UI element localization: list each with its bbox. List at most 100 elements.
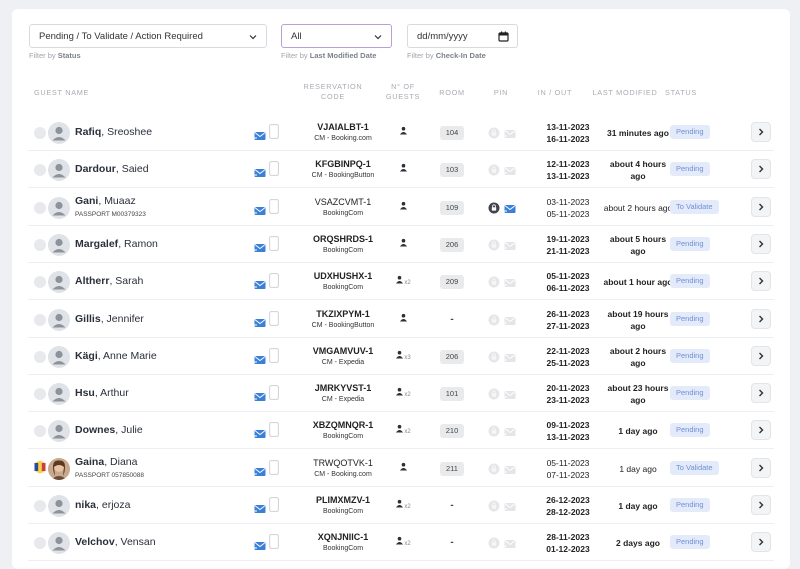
open-reservation-button[interactable] — [751, 233, 771, 254]
email-icon[interactable] — [254, 165, 266, 183]
modified-filter-select[interactable]: All — [281, 24, 392, 48]
email-icon[interactable] — [254, 426, 266, 444]
email-icon[interactable] — [254, 389, 266, 407]
phone-icon[interactable] — [269, 422, 279, 442]
open-reservation-button[interactable] — [751, 420, 771, 441]
table-row[interactable]: Dardour, Saied KFGBINPQ-1 CM - BookingBu… — [28, 151, 774, 189]
column-header-room[interactable]: Room — [432, 88, 472, 98]
select-row-toggle[interactable] — [34, 127, 46, 139]
reservations-card: Pending / To Validate / Action Required … — [12, 9, 790, 569]
open-reservation-button[interactable] — [751, 457, 771, 478]
select-row-toggle[interactable] — [34, 537, 46, 550]
select-row-toggle[interactable] — [34, 313, 46, 326]
guest-name[interactable]: Gaina, Diana — [75, 456, 137, 468]
column-header-pin[interactable]: Pin — [484, 88, 518, 98]
reservation-code-value: VJAIALBT-1 — [317, 122, 369, 132]
table-row[interactable]: Margalef, Ramon ORQSHRDS-1 BookingCom 20… — [28, 226, 774, 263]
chevron-right-icon — [757, 160, 765, 178]
room-badge: 211 — [440, 461, 464, 476]
select-row-toggle[interactable] — [34, 164, 46, 177]
lock-icon — [488, 499, 500, 517]
email-icon[interactable] — [254, 501, 266, 519]
select-row-toggle[interactable] — [34, 201, 46, 214]
checkin-filter-caption: Filter by Check-In Date — [407, 51, 486, 60]
select-row-toggle[interactable] — [34, 388, 46, 401]
guest-name[interactable]: Dardour, Saied — [75, 163, 149, 175]
person-icon — [395, 425, 404, 435]
table-row[interactable]: Gillis, Jennifer TKZIXPYM-1 CM - Booking… — [28, 301, 774, 338]
phone-icon[interactable] — [269, 198, 279, 219]
open-reservation-button[interactable] — [751, 345, 771, 366]
column-header-guest[interactable]: Guest Name — [34, 88, 89, 98]
guest-name[interactable]: Kägi, Anne Marie — [75, 350, 157, 362]
open-reservation-button[interactable] — [751, 159, 771, 180]
phone-icon[interactable] — [269, 534, 279, 554]
email-icon[interactable] — [254, 203, 266, 221]
email-icon[interactable] — [254, 315, 266, 333]
phone-icon[interactable] — [269, 347, 279, 368]
phone-icon[interactable] — [269, 310, 279, 331]
pin-status[interactable] — [488, 201, 516, 219]
table-row[interactable]: Rafiq, Sreoshee VJAIALBT-1 CM - Booking.… — [28, 114, 774, 151]
select-row-toggle[interactable] — [34, 238, 46, 251]
email-icon[interactable] — [254, 538, 266, 556]
pin-status — [488, 462, 516, 480]
status-filter-select[interactable]: Pending / To Validate / Action Required — [29, 24, 267, 48]
column-header-status[interactable]: Status — [665, 88, 705, 98]
email-icon[interactable] — [254, 277, 266, 295]
table-row[interactable]: Downes, Julie XBZQMNQR-1 BookingCom x2 2… — [28, 412, 774, 450]
guest-name[interactable]: Rafiq, Sreoshee — [75, 126, 152, 138]
select-row-toggle[interactable] — [34, 350, 46, 363]
guest-name[interactable]: Gillis, Jennifer — [75, 313, 144, 325]
email-icon[interactable] — [254, 464, 266, 482]
select-row-toggle[interactable] — [34, 500, 46, 512]
table-row[interactable]: Altherr, Sarah UDXHUSHX-1 BookingCom x2 … — [28, 263, 774, 301]
select-row-toggle[interactable] — [34, 425, 46, 438]
check-out-date: 13-11-2023 — [546, 432, 590, 443]
checkin-date-placeholder: dd/mm/yyyy — [417, 30, 468, 42]
open-reservation-button[interactable] — [751, 122, 771, 142]
column-header-guests[interactable]: N° of Guests — [376, 82, 430, 102]
select-row-toggle[interactable] — [34, 276, 46, 289]
check-in-out-dates: 05-11-2023 06-11-2023 — [538, 270, 598, 294]
check-out-date: 07-11-2023 — [546, 469, 590, 480]
open-reservation-button[interactable] — [751, 383, 771, 404]
guest-name[interactable]: Margalef, Ramon — [75, 238, 158, 250]
column-header-modified[interactable]: Last Modified — [588, 88, 662, 98]
reservation-code: JMRKYVST-1 CM - Expedia — [288, 382, 398, 406]
checkin-date-input[interactable]: dd/mm/yyyy — [407, 24, 518, 48]
email-icon[interactable] — [254, 352, 266, 370]
phone-icon[interactable] — [269, 161, 279, 181]
guest-name[interactable]: Altherr, Sarah — [75, 275, 143, 287]
open-reservation-button[interactable] — [751, 196, 771, 217]
open-reservation-button[interactable] — [751, 532, 771, 553]
phone-icon[interactable] — [269, 124, 279, 144]
pin-email-icon — [504, 462, 516, 480]
phone-icon[interactable] — [269, 385, 279, 405]
guest-name[interactable]: Hsu, Arthur — [75, 387, 129, 399]
column-header-code[interactable]: Reservation Code — [288, 82, 378, 102]
guest-name[interactable]: Gani, Muaaz — [75, 195, 136, 207]
guest-name[interactable]: Velchov, Vensan — [75, 536, 156, 548]
table-row[interactable]: nika, erjoza PLIMXMZV-1 BookingCom x2 - … — [28, 487, 774, 524]
phone-icon[interactable] — [269, 273, 279, 293]
open-reservation-button[interactable] — [751, 495, 771, 515]
guest-name[interactable]: Downes, Julie — [75, 424, 143, 436]
email-icon[interactable] — [254, 240, 266, 258]
phone-icon[interactable] — [269, 459, 279, 480]
phone-icon[interactable] — [269, 235, 279, 256]
guest-count — [388, 163, 418, 174]
phone-icon[interactable] — [269, 497, 279, 517]
table-row[interactable]: Hsu, Arthur JMRKYVST-1 CM - Expedia x2 1… — [28, 375, 774, 413]
table-row[interactable]: Kägi, Anne Marie VMGAMVUV-1 CM - Expedia… — [28, 338, 774, 375]
email-icon[interactable] — [254, 128, 266, 146]
person-icon — [399, 462, 408, 473]
table-row[interactable]: Velchov, Vensan XQNJNIIC-1 BookingCom x2… — [28, 524, 774, 562]
calendar-icon[interactable] — [498, 31, 509, 42]
open-reservation-button[interactable] — [751, 308, 771, 329]
table-row[interactable]: Gani, Muaaz PASSPORT M00379323 VSAZCVMT-… — [28, 189, 774, 226]
column-header-inout[interactable]: In / Out — [530, 88, 580, 98]
table-row[interactable]: Gaina, Diana PASSPORT 057850088 TRWQOTVK… — [28, 450, 774, 487]
open-reservation-button[interactable] — [751, 271, 771, 292]
guest-name[interactable]: nika, erjoza — [75, 499, 130, 511]
